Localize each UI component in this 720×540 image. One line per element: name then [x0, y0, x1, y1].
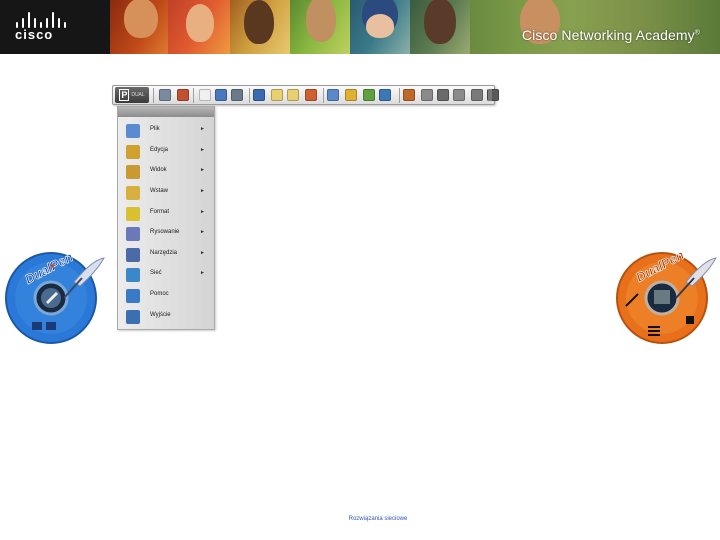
menu-item-view[interactable]: Widok ►	[118, 163, 214, 181]
dualpen-logo-left: DualPen ✕	[5, 249, 105, 344]
toolbar-separator	[153, 88, 154, 103]
tools-icon	[126, 248, 140, 262]
menu-item-label: Format	[150, 209, 170, 215]
academy-title: Cisco Networking Academy®	[521, 27, 700, 43]
main-menu: Plik ► Edycja ► Widok ► Wstaw ► Format ► Rysowanie…	[117, 106, 215, 330]
submenu-arrow-icon: ►	[200, 126, 205, 132]
toolbar-separator	[249, 88, 250, 103]
menu-item-network[interactable]: Sieć ►	[118, 266, 214, 284]
submenu-arrow-icon: ►	[200, 209, 205, 215]
cisco-wordmark: cisco	[15, 27, 54, 42]
menu-item-drawing[interactable]: Rysowanie ►	[118, 225, 214, 243]
submenu-arrow-icon: ►	[200, 188, 205, 194]
toolbar-grip[interactable]	[488, 89, 492, 101]
menu-item-label: Widok	[150, 167, 167, 173]
dualpen-toolbar: P DUAL	[112, 85, 499, 105]
forward-arrow-icon[interactable]	[287, 89, 299, 101]
cisco-logo: cisco	[0, 0, 110, 54]
start-button[interactable]: P DUAL	[115, 87, 149, 103]
menu-item-folder[interactable]: Plik ►	[118, 122, 214, 140]
menu-header	[118, 107, 214, 117]
photo-1	[110, 0, 168, 54]
header-banner: cisco Cisco Networking Academy®	[0, 0, 720, 54]
submenu-arrow-icon: ►	[200, 147, 205, 153]
menu-item-label: Plik	[150, 126, 160, 132]
footer-link[interactable]: Rozwiązania sieciowe	[280, 516, 476, 522]
exit-icon	[126, 310, 140, 324]
folder-icon	[126, 124, 140, 138]
new-page-icon[interactable]	[199, 89, 211, 101]
help-icon	[126, 289, 140, 303]
photo-5	[350, 0, 410, 54]
svg-text:✕: ✕	[48, 262, 56, 273]
redo-icon[interactable]	[177, 89, 189, 101]
menu-item-label: Edycja	[150, 147, 169, 153]
submenu-arrow-icon: ►	[200, 167, 205, 173]
menu-item-label: Wstaw	[150, 188, 168, 194]
save-icon[interactable]	[231, 89, 243, 101]
cut-icon[interactable]	[253, 89, 265, 101]
menu-item-insert[interactable]: Wstaw ►	[118, 184, 214, 202]
submenu-arrow-icon: ►	[200, 229, 205, 235]
picture-icon[interactable]	[379, 89, 391, 101]
insert-icon	[126, 186, 140, 200]
toolbar-separator	[193, 88, 194, 103]
camera-icon[interactable]	[403, 89, 415, 101]
menu-item-help[interactable]: Pomoc	[118, 287, 214, 305]
view-icon	[126, 165, 140, 179]
menu-item-tools[interactable]: Narzędzia ►	[118, 246, 214, 264]
menu-item-label: Sieć	[150, 270, 162, 276]
menu-item-format[interactable]: Format ►	[118, 205, 214, 223]
photo-6	[410, 0, 470, 54]
dualpen-logo-right: DualPen	[616, 247, 717, 344]
clock-icon[interactable]	[421, 89, 433, 101]
drawing-icon	[126, 227, 140, 241]
menu-item-label: Pomoc	[150, 291, 169, 297]
zoom-icon[interactable]	[437, 89, 449, 101]
pencil-icon[interactable]	[363, 89, 375, 101]
cisco-bars-icon	[16, 12, 66, 28]
menu-item-exit[interactable]: Wyjście	[118, 308, 214, 326]
network-icon	[126, 268, 140, 282]
back-arrow-icon[interactable]	[271, 89, 283, 101]
tools-icon[interactable]	[327, 89, 339, 101]
submenu-arrow-icon: ►	[200, 250, 205, 256]
eraser-icon[interactable]	[471, 89, 483, 101]
edit-icon	[126, 145, 140, 159]
page-icon[interactable]	[305, 89, 317, 101]
hand-icon[interactable]	[453, 89, 465, 101]
toolbar-separator	[323, 88, 324, 103]
undo-icon[interactable]	[159, 89, 171, 101]
book-icon[interactable]	[345, 89, 357, 101]
open-icon[interactable]	[215, 89, 227, 101]
format-icon	[126, 207, 140, 221]
menu-item-edit[interactable]: Edycja ►	[118, 143, 214, 161]
start-logo-icon: P	[119, 89, 130, 101]
submenu-arrow-icon: ►	[200, 270, 205, 276]
photo-3	[230, 0, 290, 54]
photo-2	[168, 0, 230, 54]
photo-4	[290, 0, 350, 54]
menu-item-label: Narzędzia	[150, 250, 178, 256]
menu-item-label: Rysowanie	[150, 229, 180, 235]
toolbar-separator	[399, 88, 400, 103]
menu-item-label: Wyjście	[150, 312, 171, 318]
